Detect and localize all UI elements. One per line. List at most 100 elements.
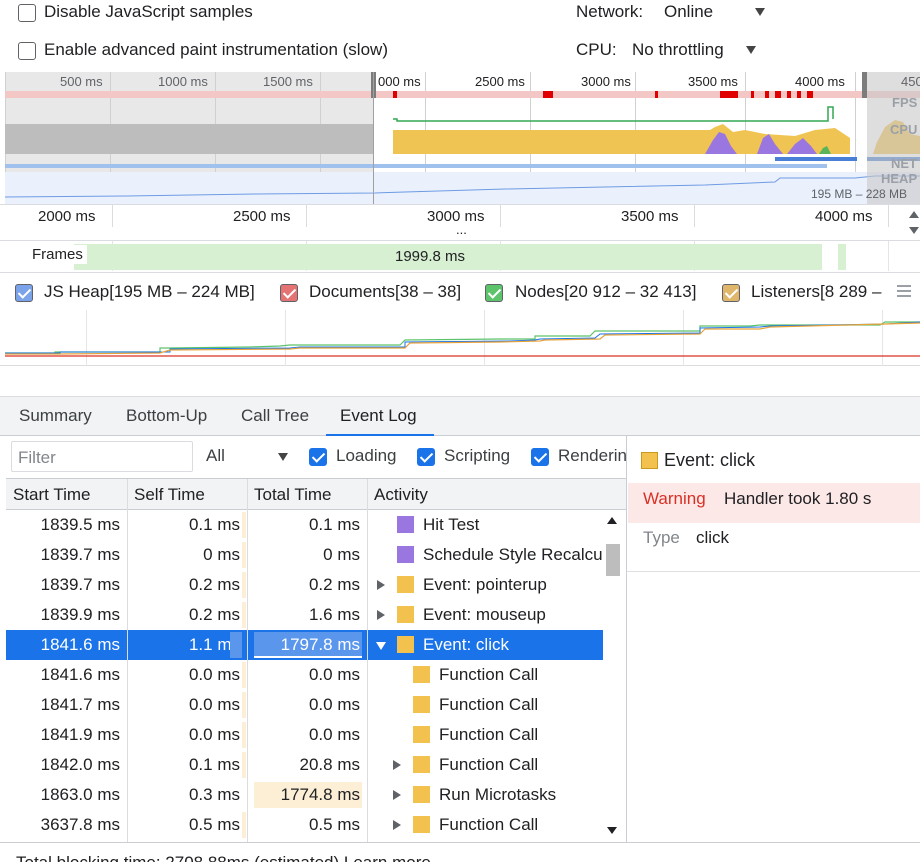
menu-icon[interactable] (897, 285, 911, 297)
ruler-tick: 4000 ms (815, 208, 873, 225)
self-time-highlight (242, 602, 246, 628)
table-row[interactable]: 1839.5 ms 0.1 ms 0.1 ms Hit Test (6, 510, 603, 540)
frames-track[interactable]: Frames 1999.8 ms (0, 241, 920, 273)
expand-arrow-icon[interactable] (393, 820, 401, 830)
tab-summary[interactable]: Summary (19, 406, 92, 436)
total-time-cell: 0.1 ms (308, 515, 360, 534)
total-time-cell: 0.2 ms (308, 575, 360, 594)
category-color-icon (397, 606, 414, 623)
self-time-highlight (242, 512, 246, 538)
memory-legend: JS Heap[195 MB – 224 MB] Documents[38 – … (0, 274, 920, 310)
documents-label: Documents[38 – 38] (309, 282, 462, 301)
expand-arrow-icon[interactable] (377, 610, 385, 620)
cpu-label: CPU: (576, 40, 617, 59)
category-color-icon (397, 546, 414, 563)
start-time-cell: 1842.0 ms (40, 755, 120, 774)
table-row[interactable]: 1842.0 ms 0.1 ms 20.8 ms Function Call (6, 750, 603, 780)
ruler-tick: 2000 ms (38, 208, 96, 225)
heap-track-label: HEAP (881, 171, 918, 186)
tab-bottom-up[interactable]: Bottom-Up (126, 406, 207, 436)
table-row[interactable]: 1841.6 ms 0.0 ms 0.0 ms Function Call (6, 660, 603, 690)
category-color-icon (413, 726, 430, 743)
start-time-cell: 1839.9 ms (40, 605, 120, 624)
cpu-select[interactable]: No throttling (628, 38, 760, 64)
js-heap-checkbox[interactable] (15, 284, 33, 302)
nodes-checkbox[interactable] (485, 284, 503, 302)
footer-bar: Total blocking time: 2708.88ms (estimate… (0, 842, 920, 862)
filter-input[interactable]: Filter (11, 441, 193, 472)
self-time-highlight (242, 692, 246, 718)
disable-js-samples-checkbox[interactable] (18, 4, 36, 22)
documents-checkbox[interactable] (280, 284, 298, 302)
column-header-start-time[interactable]: Start Time (13, 485, 90, 505)
table-row[interactable]: 1863.0 ms 0.3 ms 1774.8 ms Run Microtasks (6, 780, 603, 810)
self-time-cell: 0.2 ms (188, 575, 240, 594)
scripting-checkbox[interactable] (417, 448, 435, 466)
total-time-cell: 1.6 ms (308, 605, 360, 624)
expand-arrow-icon[interactable] (393, 790, 401, 800)
table-row[interactable]: 1839.9 ms 0.2 ms 1.6 ms Event: mouseup (6, 600, 603, 630)
type-label: Type (643, 528, 680, 547)
settings-panel: Disable JavaScript samples Enable advanc… (0, 0, 920, 72)
overview-tick: 1500 ms (263, 74, 313, 89)
expand-arrow-icon[interactable] (393, 760, 401, 770)
timeline-ruler[interactable]: 2000 ms 2500 ms 3000 ms 3500 ms 4000 ms … (0, 204, 920, 241)
fps-track-label: FPS (892, 95, 918, 110)
listeners-checkbox[interactable] (722, 284, 740, 302)
loading-checkbox[interactable] (309, 448, 327, 466)
self-time-cell: 0.0 ms (188, 725, 240, 744)
ruler-tick: 3500 ms (621, 208, 679, 225)
table-row[interactable]: 1839.7 ms 0 ms 0 ms Schedule Style Recalcu (6, 540, 603, 570)
self-time-cell: 0.1 ms (188, 755, 240, 774)
frame-duration: 1999.8 ms (395, 248, 466, 265)
overview-tick: 3000 ms (581, 74, 631, 89)
warning-text: Handler took 1.80 s (724, 489, 872, 508)
table-row[interactable]: 1839.7 ms 0.2 ms 0.2 ms Event: pointerup (6, 570, 603, 600)
start-time-cell: 1841.6 ms (40, 665, 120, 684)
type-value: click (696, 528, 730, 547)
details-panel: Event: click Warning Handler took 1.80 s… (626, 436, 920, 842)
tab-event-log[interactable]: Event Log (340, 406, 417, 436)
table-row[interactable]: 1841.7 ms 0.0 ms 0.0 ms Function Call (6, 690, 603, 720)
activity-cell: Function Call (439, 725, 539, 744)
warning-label: Warning (643, 489, 706, 508)
self-time-cell: 0 ms (203, 545, 240, 564)
category-color-icon (413, 786, 430, 803)
table-row[interactable]: 3637.8 ms 0.5 ms 0.5 ms Function Call (6, 810, 603, 840)
total-time-cell: 0.0 ms (308, 665, 360, 684)
start-time-cell: 1839.7 ms (40, 575, 120, 594)
activity-cell: Function Call (439, 665, 539, 684)
table-row[interactable]: 1841.9 ms 0.0 ms 0.0 ms Function Call (6, 720, 603, 750)
overview-tick: 2500 ms (475, 74, 525, 89)
advanced-paint-label: Enable advanced paint instrumentation (s… (44, 40, 388, 59)
network-select[interactable]: Online (660, 0, 770, 26)
self-time-highlight (242, 752, 246, 778)
warning-row: Warning Handler took 1.80 s (628, 483, 920, 523)
category-color-icon (413, 756, 430, 773)
column-header-total-time[interactable]: Total Time (254, 485, 331, 505)
resize-grip[interactable]: ... (456, 222, 467, 237)
ruler-tick: 2500 ms (233, 208, 291, 225)
tab-call-tree[interactable]: Call Tree (241, 406, 309, 436)
column-header-activity[interactable]: Activity (374, 485, 428, 505)
rendering-checkbox[interactable] (531, 448, 549, 466)
self-time-cell: 0.2 ms (188, 605, 240, 624)
overview-tick: 4000 ms (795, 74, 845, 89)
net-track-label: NET (891, 156, 917, 171)
category-color-icon (397, 576, 414, 593)
scroll-arrows[interactable] (906, 209, 920, 239)
column-header-self-time[interactable]: Self Time (134, 485, 205, 505)
expand-arrow-icon[interactable] (377, 580, 385, 590)
activity-type-select[interactable]: All (202, 441, 294, 472)
self-time-highlight (242, 572, 246, 598)
frame-bar[interactable] (838, 244, 846, 270)
advanced-paint-checkbox[interactable] (18, 42, 36, 60)
table-body: 1839.5 ms 0.1 ms 0.1 ms Hit Test 1839.7 ms 0 … (6, 510, 603, 842)
table-scrollbar[interactable] (603, 510, 623, 842)
collapse-arrow-icon[interactable] (376, 642, 386, 650)
table-row[interactable]: 1841.6 ms 1.1 ms 1797.8 ms Event: click (6, 630, 603, 660)
timeline-overview[interactable]: 500 ms 1000 ms 1500 ms 000 ms 2500 ms 30… (5, 72, 920, 204)
chevron-down-icon (755, 8, 765, 16)
self-time-cell: 0.0 ms (188, 665, 240, 684)
scrollbar-thumb[interactable] (606, 544, 620, 576)
